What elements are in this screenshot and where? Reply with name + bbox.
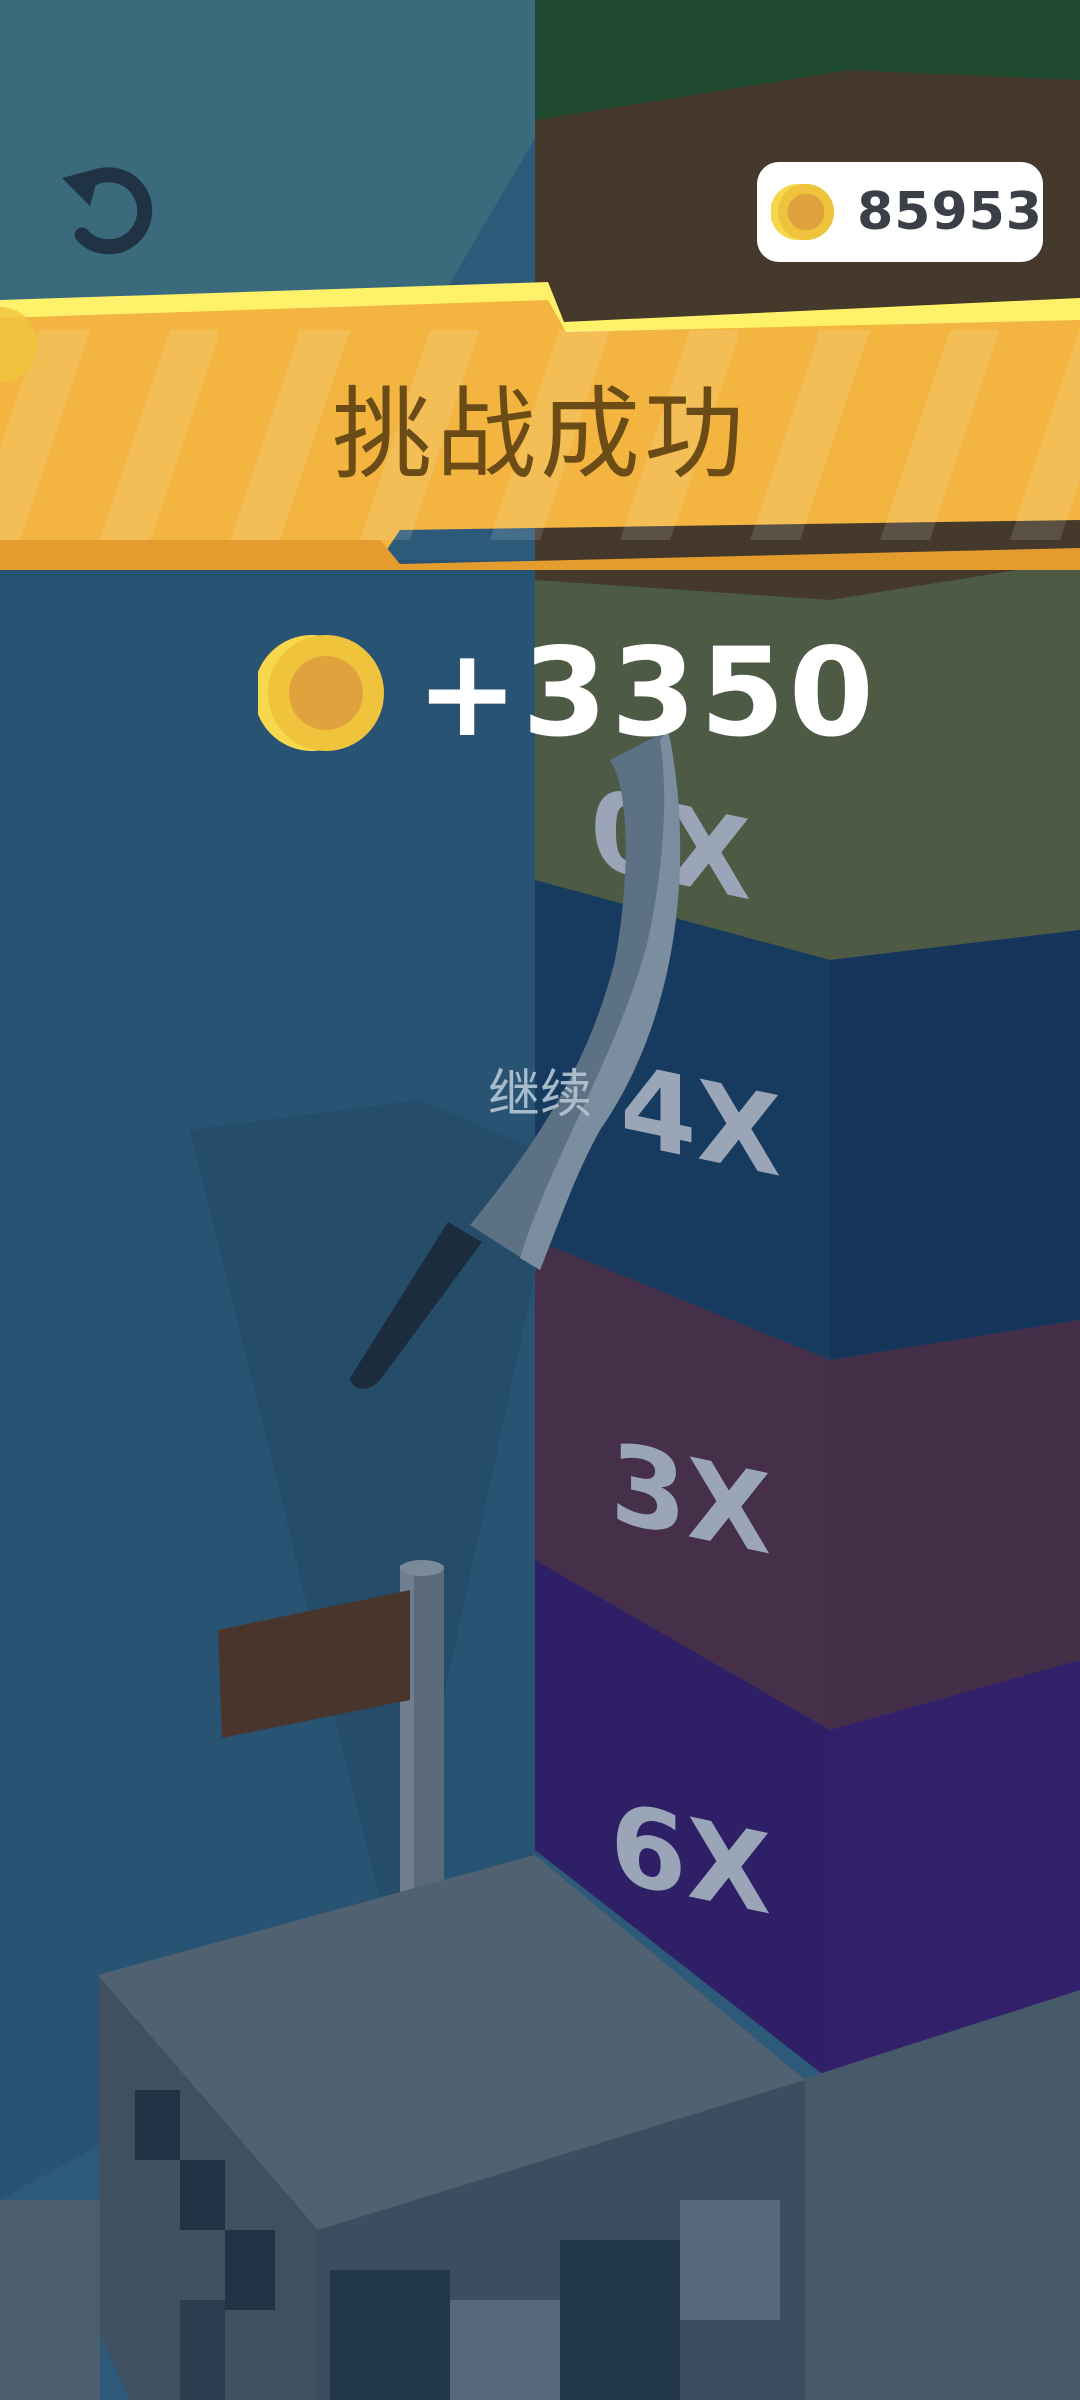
result-title: 挑战成功: [332, 376, 748, 493]
checker-tile: [225, 2230, 275, 2310]
checker-tile: [560, 2240, 680, 2400]
game-stage: 0X 4X 3X 6X: [0, 0, 1080, 2400]
coin-icon: [258, 635, 384, 751]
checker-tile: [680, 2200, 780, 2320]
restart-icon: [62, 167, 153, 255]
coin-balance: 85953: [757, 162, 1043, 262]
checker-tile: [135, 2090, 180, 2160]
tower-segment-4x-side: [830, 930, 1080, 1360]
continue-button[interactable]: 继续: [440, 1060, 640, 1130]
restart-button[interactable]: [52, 150, 162, 260]
ground-left: [0, 2200, 100, 2400]
reward-row: +3350: [258, 622, 878, 764]
banner-bottom: [0, 540, 1080, 570]
checker-tile: [330, 2270, 450, 2400]
checker-tile: [450, 2300, 560, 2400]
coin-total: 85953: [857, 182, 1043, 242]
checker-tile: [180, 2300, 225, 2400]
reward-amount: +3350: [416, 622, 878, 764]
coin-icon: [771, 183, 835, 241]
flag-pole-top: [400, 1560, 444, 1576]
checker-tile: [180, 2160, 225, 2230]
tower-segment-3x-side: [830, 1320, 1080, 1730]
